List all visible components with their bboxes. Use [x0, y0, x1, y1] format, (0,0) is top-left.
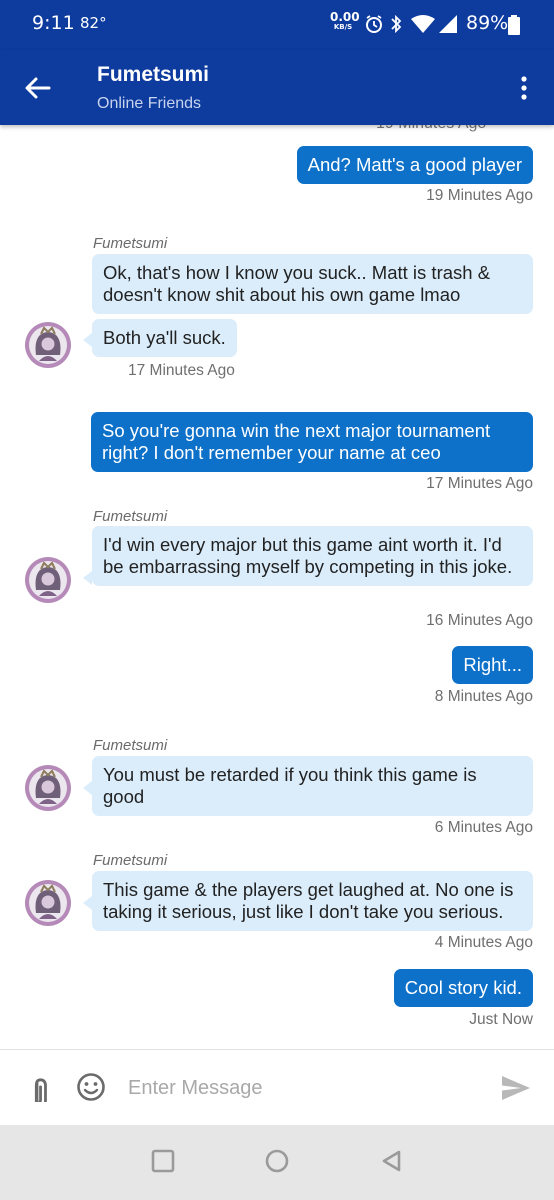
chat-subtitle: Online Friends: [97, 95, 202, 112]
alarm-icon: [366, 15, 382, 33]
sender-name: Fumetsumi: [93, 852, 168, 869]
incoming-message[interactable]: I'd win every major but this game aint w…: [92, 526, 533, 586]
bubble-tail: [83, 896, 92, 910]
status-temperature: 82°: [80, 14, 107, 32]
bluetooth-icon: [391, 14, 402, 34]
bubble-tail: [83, 571, 92, 585]
avatar[interactable]: [24, 879, 72, 927]
home-circle-icon[interactable]: [265, 1149, 289, 1173]
incoming-message[interactable]: This game & the players get laughed at. …: [92, 871, 533, 931]
status-bar: 9:11 82° 0.00 KB/S 89%: [0, 0, 554, 50]
battery-percent: 89%: [466, 12, 509, 34]
incoming-message[interactable]: You must be retarded if you think this g…: [92, 756, 533, 816]
signal-icon: [439, 15, 457, 33]
messaging-app: 9:11 82° 0.00 KB/S 89% Fumetsumi Online …: [0, 0, 554, 1200]
outgoing-message[interactable]: Right...: [452, 646, 533, 684]
system-navigation-bar: [0, 1125, 554, 1200]
app-header: Fumetsumi Online Friends: [0, 50, 554, 125]
sender-name: Fumetsumi: [93, 508, 168, 525]
more-options-icon[interactable]: [514, 74, 534, 102]
avatar[interactable]: [24, 321, 72, 369]
message-input[interactable]: [128, 1070, 478, 1106]
network-speed-value: 0.00: [330, 10, 360, 24]
sender-name: Fumetsumi: [93, 737, 168, 754]
chat-title: Fumetsumi: [97, 63, 210, 86]
battery-icon: [508, 15, 520, 35]
send-icon[interactable]: [500, 1074, 532, 1102]
bubble-tail: [83, 781, 92, 795]
recents-square-icon[interactable]: [151, 1149, 175, 1173]
network-speed-unit: KB/S: [333, 23, 353, 31]
outgoing-message[interactable]: Cool story kid.: [393, 969, 533, 1007]
message-timestamp: 16 Minutes Ago: [426, 612, 533, 629]
sender-name: Fumetsumi: [93, 235, 168, 252]
wifi-icon: [411, 15, 435, 33]
bubble-tail: [83, 333, 92, 347]
message-timestamp: 8 Minutes Ago: [434, 688, 533, 705]
back-triangle-icon[interactable]: [380, 1149, 404, 1173]
paperclip-icon[interactable]: [22, 1074, 52, 1102]
message-timestamp: 19 Minutes Ago: [426, 187, 533, 204]
outgoing-message[interactable]: And? Matt's a good player: [296, 146, 533, 184]
message-timestamp: Just Now: [469, 1011, 533, 1028]
message-timestamp: 4 Minutes Ago: [434, 934, 533, 951]
status-time: 9:11: [32, 12, 75, 34]
message-composer: [0, 1049, 554, 1125]
message-list[interactable]: 19 Minutes Ago And? Matt's a good player…: [0, 125, 554, 1049]
incoming-message[interactable]: Ok, that's how I know you suck.. Matt is…: [92, 254, 533, 314]
message-timestamp: 17 Minutes Ago: [426, 475, 533, 492]
message-timestamp: 19 Minutes Ago: [376, 125, 486, 133]
avatar[interactable]: [24, 556, 72, 604]
back-arrow-icon[interactable]: [22, 72, 54, 104]
network-speed: 0.00 KB/S: [330, 10, 360, 32]
outgoing-message[interactable]: So you're gonna win the next major tourn…: [91, 412, 533, 472]
message-timestamp: 6 Minutes Ago: [434, 819, 533, 836]
incoming-message[interactable]: Both ya'll suck.: [92, 319, 237, 357]
emoji-icon[interactable]: [76, 1072, 106, 1102]
message-timestamp: 17 Minutes Ago: [128, 362, 235, 379]
avatar[interactable]: [24, 764, 72, 812]
